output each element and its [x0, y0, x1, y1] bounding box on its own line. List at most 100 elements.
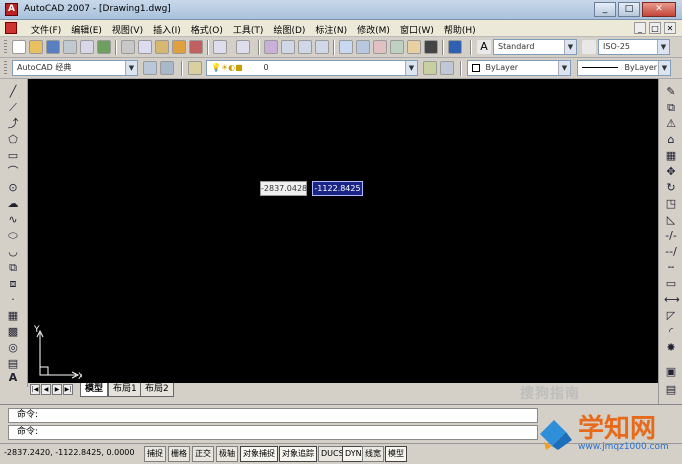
last-tab-button[interactable]: ▶|: [63, 384, 73, 395]
first-tab-button[interactable]: |◀: [30, 384, 40, 395]
offset-icon[interactable]: ⌂: [664, 133, 678, 146]
menu-edit[interactable]: 编辑(E): [66, 23, 107, 36]
array-icon[interactable]: ▦: [664, 149, 678, 162]
sheet-set-icon[interactable]: [390, 40, 404, 54]
break-icon[interactable]: ▭: [664, 277, 678, 290]
menu-draw[interactable]: 绘图(D): [268, 23, 310, 36]
print-icon[interactable]: [63, 40, 77, 54]
copy-icon[interactable]: [138, 40, 152, 54]
polygon-icon[interactable]: ⬠: [6, 133, 20, 146]
drawing-canvas[interactable]: -2837.0428 -1122.8425 Y X: [28, 79, 658, 383]
undo-icon[interactable]: [213, 40, 227, 54]
layer-previous-icon[interactable]: [440, 61, 454, 75]
menu-file[interactable]: 文件(F): [26, 23, 66, 36]
layer-manager-icon[interactable]: [188, 61, 202, 75]
dim-style-select[interactable]: ISO-25 ▼: [598, 39, 670, 55]
layer-toolbar-icon[interactable]: ▣: [664, 365, 678, 378]
make-block-icon[interactable]: ⧈: [6, 277, 20, 290]
menu-window[interactable]: 窗口(W): [395, 23, 439, 36]
tab-model[interactable]: 模型: [80, 383, 109, 397]
ellipse-icon[interactable]: ⬭: [6, 229, 20, 242]
trim-icon[interactable]: -/-: [664, 229, 678, 242]
autocad-app-icon[interactable]: A: [5, 3, 18, 16]
previous-tab-button[interactable]: ◀: [41, 384, 51, 395]
dynamic-input-y[interactable]: -1122.8425: [312, 181, 363, 196]
point-icon[interactable]: ·: [6, 293, 20, 306]
doc-close-button[interactable]: ✕: [664, 22, 676, 34]
plot-preview-icon[interactable]: [80, 40, 94, 54]
object-track-toggle[interactable]: 对象追踪: [279, 446, 317, 462]
minimize-button[interactable]: _: [594, 2, 616, 17]
menu-insert[interactable]: 插入(I): [148, 23, 186, 36]
block-editor-icon[interactable]: [189, 40, 203, 54]
zoom-previous-icon[interactable]: [315, 40, 329, 54]
copy-object-icon[interactable]: ⧉: [664, 101, 678, 114]
menu-modify[interactable]: 修改(M): [352, 23, 395, 36]
paste-icon[interactable]: [155, 40, 169, 54]
erase-icon[interactable]: ✎: [664, 85, 678, 98]
region-icon[interactable]: ◎: [6, 341, 20, 354]
spline-icon[interactable]: ∿: [6, 213, 20, 226]
maximize-button[interactable]: □: [618, 2, 640, 17]
chamfer-icon[interactable]: ◸: [664, 309, 678, 322]
circle-icon[interactable]: ⊙: [6, 181, 20, 194]
design-center-icon[interactable]: [356, 40, 370, 54]
ortho-toggle[interactable]: 正交: [192, 446, 214, 462]
close-button[interactable]: ✕: [642, 2, 676, 17]
new-file-icon[interactable]: [12, 40, 26, 54]
stretch-icon[interactable]: ◺: [664, 213, 678, 226]
workspace-settings-icon[interactable]: [143, 61, 157, 75]
gradient-icon[interactable]: ▩: [6, 325, 20, 338]
coordinate-readout[interactable]: -2837.2420, -1122.8425, 0.0000: [4, 448, 134, 457]
doc-minimize-button[interactable]: _: [634, 22, 646, 34]
zoom-window-icon[interactable]: [298, 40, 312, 54]
mirror-icon[interactable]: ⚠: [664, 117, 678, 130]
layer-select[interactable]: 💡☀◐■ 0 ▼: [206, 60, 418, 76]
match-properties-icon[interactable]: [172, 40, 186, 54]
extend-icon[interactable]: --/: [664, 245, 678, 258]
line-icon[interactable]: ╱: [6, 85, 20, 98]
linetype-select[interactable]: ByLayer ▼: [577, 60, 671, 76]
workspace-save-icon[interactable]: [160, 61, 174, 75]
menu-format[interactable]: 格式(O): [186, 23, 228, 36]
explode-icon[interactable]: ✸: [664, 341, 678, 354]
lineweight-toggle[interactable]: 线宽: [362, 446, 384, 462]
table-icon[interactable]: ▤: [6, 357, 20, 370]
fillet-icon[interactable]: ◜: [664, 325, 678, 338]
tool-palettes-icon[interactable]: [373, 40, 387, 54]
menu-view[interactable]: 视图(V): [107, 23, 148, 36]
open-folder-icon[interactable]: [29, 40, 43, 54]
properties-icon[interactable]: [339, 40, 353, 54]
menu-help[interactable]: 帮助(H): [439, 23, 481, 36]
tab-layout2[interactable]: 布局2: [140, 383, 174, 397]
calculator-icon[interactable]: [424, 40, 438, 54]
hatch-icon[interactable]: ▦: [6, 309, 20, 322]
tab-layout1[interactable]: 布局1: [108, 383, 142, 397]
text-style-select[interactable]: Standard ▼: [493, 39, 577, 55]
ellipse-arc-icon[interactable]: ◡: [6, 245, 20, 258]
document-icon[interactable]: [5, 22, 17, 34]
rectangle-icon[interactable]: ▭: [6, 149, 20, 162]
snap-toggle[interactable]: 捕捉: [144, 446, 166, 462]
workspace-select[interactable]: AutoCAD 经典 ▼: [12, 60, 138, 76]
make-layer-current-icon[interactable]: [423, 61, 437, 75]
pan-icon[interactable]: [264, 40, 278, 54]
grid-toggle[interactable]: 栅格: [168, 446, 190, 462]
doc-restore-button[interactable]: □: [649, 22, 661, 34]
dynamic-input-x[interactable]: -2837.0428: [260, 181, 307, 196]
cut-icon[interactable]: [121, 40, 135, 54]
arc-icon[interactable]: ⌒: [6, 165, 20, 178]
model-toggle[interactable]: 模型: [385, 446, 407, 462]
insert-block-icon[interactable]: ⧉: [6, 261, 20, 274]
color-select[interactable]: ByLayer ▼: [467, 60, 571, 76]
revision-cloud-icon[interactable]: ☁: [6, 197, 20, 210]
scale-icon[interactable]: ◳: [664, 197, 678, 210]
break-at-point-icon[interactable]: ╌: [664, 261, 678, 274]
toolbar-grip[interactable]: [4, 40, 7, 55]
redo-icon[interactable]: [236, 40, 250, 54]
help-icon[interactable]: [448, 40, 462, 54]
polar-toggle[interactable]: 极轴: [216, 446, 238, 462]
menu-tools[interactable]: 工具(T): [228, 23, 269, 36]
markup-icon[interactable]: [407, 40, 421, 54]
save-icon[interactable]: [46, 40, 60, 54]
